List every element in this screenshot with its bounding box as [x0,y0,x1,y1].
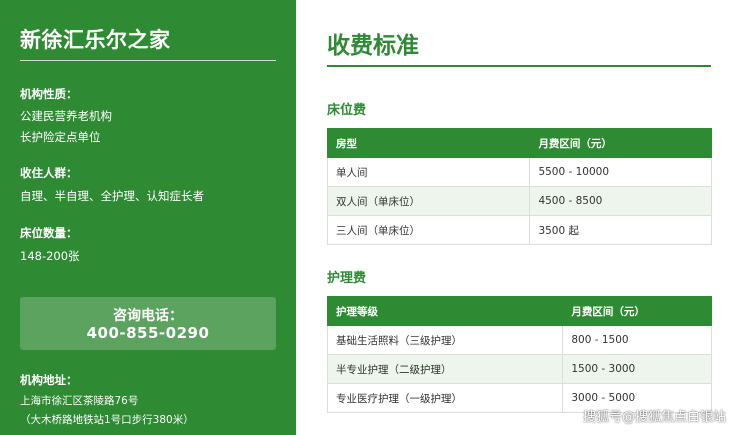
care-level-cell: 专业医疗护理（一级护理） [326,383,564,413]
care-fee-table: 护理等级 月费区间（元） 基础生活照料（三级护理） 800 - 1500 半专业… [326,296,712,413]
phone-label: 咨询电话： [113,308,183,324]
org-name: 新徐汇乐尔之家 [20,28,171,52]
price-cell: 1500 - 3000 [562,354,712,384]
nature-line-1: 公建民营养老机构 [20,109,112,123]
table-row: 单人间 5500 - 10000 [326,157,712,187]
bed-fee-table: 房型 月费区间（元） 单人间 5500 - 10000 双人间（单床位） 450… [326,128,712,245]
price-cell: 4500 - 8500 [529,186,712,216]
address-label: 机构地址： [20,373,78,387]
bed-fee-title: 床位费 [327,103,367,118]
price-cell: 3500 起 [529,215,712,245]
table-header-row: 护理等级 月费区间（元） [326,296,712,326]
care-level-cell: 基础生活照料（三级护理） [326,325,564,355]
address-line-1: 上海市徐汇区茶陵路76号 [20,395,139,407]
room-type-cell: 单人间 [326,157,531,187]
table-header-row: 房型 月费区间（元） [326,128,712,158]
table-row: 半专业护理（二级护理） 1500 - 3000 [326,354,712,384]
column-header: 护理等级 [326,296,564,326]
main-content: 收费标准 床位费 房型 月费区间（元） 单人间 5500 - 10000 双人间… [296,0,740,435]
table-row: 三人间（单床位） 3500 起 [326,215,712,245]
residents-label: 收住人群： [20,166,78,180]
column-header: 房型 [326,128,531,158]
room-type-cell: 双人间（单床位） [326,186,531,216]
price-cell: 5500 - 10000 [529,157,712,187]
room-type-cell: 三人间（单床位） [326,215,531,245]
column-header: 月费区间（元） [529,128,712,158]
beds-text: 148-200张 [20,249,80,263]
address-line-2: （大木桥路地铁站1号口步行380米） [20,414,194,426]
page-title: 收费标准 [327,33,419,59]
table-row: 双人间（单床位） 4500 - 8500 [326,186,712,216]
price-cell: 800 - 1500 [562,325,712,355]
phone-box[interactable]: 咨询电话： 400-855-0290 [20,297,276,350]
nature-label: 机构性质： [20,87,78,101]
care-level-cell: 半专业护理（二级护理） [326,354,564,384]
org-name-divider [20,60,276,61]
residents-text: 自理、半自理、全护理、认知症长者 [20,189,204,203]
title-divider [327,65,711,67]
care-fee-title: 护理费 [327,271,367,286]
beds-label: 床位数量： [20,226,78,240]
phone-number[interactable]: 400-855-0290 [20,324,276,342]
sidebar: 新徐汇乐尔之家 机构性质： 公建民营养老机构 长护险定点单位 收住人群： 自理、… [0,0,296,435]
nature-line-2: 长护险定点单位 [20,130,101,144]
table-row: 基础生活照料（三级护理） 800 - 1500 [326,325,712,355]
watermark: 搜狐号@搜狐焦点白银站 [582,410,726,425]
column-header: 月费区间（元） [562,296,712,326]
